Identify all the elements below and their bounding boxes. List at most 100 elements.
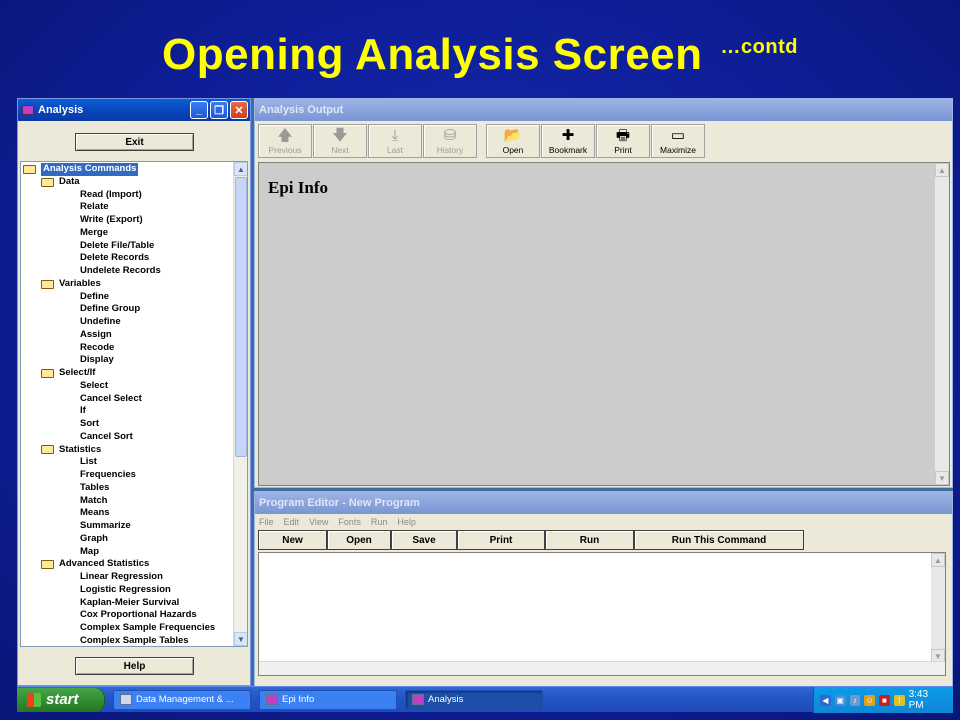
tree-command[interactable]: Match bbox=[23, 495, 233, 508]
tree-command[interactable]: Undelete Records bbox=[23, 265, 233, 278]
toolbar-button-print[interactable]: 🖶 Print bbox=[596, 124, 650, 158]
toolbar-button-previous[interactable]: 🡅 Previous bbox=[258, 124, 312, 158]
tree-command[interactable]: Graph bbox=[23, 533, 233, 546]
scroll-thumb[interactable] bbox=[235, 177, 247, 457]
start-button[interactable]: start bbox=[17, 687, 105, 712]
tree-command[interactable]: Complex Sample Frequencies bbox=[23, 622, 233, 635]
command-tree[interactable]: Analysis Commands Data Read (Import) Relate… bbox=[20, 161, 248, 647]
scroll-up-icon[interactable]: ▲ bbox=[931, 553, 945, 567]
menu-help[interactable]: Help bbox=[397, 517, 416, 527]
volume-icon[interactable]: ♪ bbox=[849, 694, 861, 706]
help-button[interactable]: Help bbox=[75, 657, 194, 675]
tree-command[interactable]: Define Group bbox=[23, 303, 233, 316]
close-icon[interactable]: ✕ bbox=[230, 101, 248, 119]
editor-save-button[interactable]: Save bbox=[391, 530, 457, 550]
menu-edit[interactable]: Edit bbox=[284, 517, 300, 527]
editor-new-button[interactable]: New bbox=[258, 530, 327, 550]
scroll-down-icon[interactable]: ▼ bbox=[234, 632, 247, 646]
scroll-up-icon[interactable]: ▲ bbox=[234, 162, 247, 176]
taskbar-task[interactable]: Analysis bbox=[405, 689, 543, 710]
minimize-icon[interactable]: _ bbox=[190, 101, 208, 119]
folder-open-icon bbox=[41, 445, 54, 455]
messenger-icon[interactable]: ☺ bbox=[864, 694, 876, 706]
exit-button[interactable]: Exit bbox=[75, 133, 194, 151]
shield-icon[interactable]: ! bbox=[893, 694, 905, 706]
taskbar-task[interactable]: Data Management & ... bbox=[113, 689, 251, 710]
tree-command[interactable]: If bbox=[23, 405, 233, 418]
scroll-down-icon[interactable]: ▼ bbox=[935, 471, 949, 485]
restore-icon[interactable]: ❐ bbox=[210, 101, 228, 119]
network-icon[interactable]: ▣ bbox=[834, 694, 846, 706]
editor-titlebar[interactable]: Program Editor - New Program bbox=[255, 492, 952, 514]
tree-command[interactable]: Tables bbox=[23, 482, 233, 495]
tree-folder[interactable]: Select/If bbox=[23, 367, 233, 380]
tree-folder[interactable]: Statistics bbox=[23, 444, 233, 457]
editor-run-this-command-button[interactable]: Run This Command bbox=[634, 530, 804, 550]
toolbar-button-maximize[interactable]: ▭ Maximize bbox=[651, 124, 705, 158]
tree-item-label: Statistics bbox=[59, 443, 102, 455]
menu-view[interactable]: View bbox=[309, 517, 328, 527]
analysis-titlebar[interactable]: Analysis _ ❐ ✕ bbox=[18, 99, 250, 121]
tree-command[interactable]: Logistic Regression bbox=[23, 584, 233, 597]
toolbar-button-last[interactable]: ⤓ Last bbox=[368, 124, 422, 158]
output-scrollbar[interactable]: ▲ ▼ bbox=[935, 163, 949, 485]
tree-command[interactable]: Cancel Select bbox=[23, 393, 233, 406]
tree-command[interactable]: Delete File/Table bbox=[23, 240, 233, 253]
program-text-area[interactable]: ▲ ▼ bbox=[258, 552, 946, 676]
tree-command[interactable]: Recode bbox=[23, 342, 233, 355]
editor-hscrollbar[interactable] bbox=[259, 661, 945, 675]
tree-command[interactable]: Delete Records bbox=[23, 252, 233, 265]
tree-folder[interactable]: Data bbox=[23, 176, 233, 189]
arrow-left-icon[interactable]: ◀ bbox=[820, 694, 831, 706]
editor-scrollbar[interactable]: ▲ ▼ bbox=[931, 553, 945, 663]
tree-command[interactable]: Define bbox=[23, 291, 233, 304]
analysis-window: Analysis _ ❐ ✕ Exit Analysis Commands Dat… bbox=[17, 98, 251, 686]
tree-command[interactable]: Map bbox=[23, 546, 233, 559]
editor-run-button[interactable]: Run bbox=[545, 530, 634, 550]
tree-command[interactable]: Merge bbox=[23, 227, 233, 240]
menu-file[interactable]: File bbox=[259, 517, 274, 527]
tree-command[interactable]: Cox Proportional Hazards bbox=[23, 609, 233, 622]
tree-command[interactable]: Sort bbox=[23, 418, 233, 431]
menu-fonts[interactable]: Fonts bbox=[338, 517, 361, 527]
analysis-output-window: Analysis Output 🡅 Previous 🡇 Next ⤓ Last ⛁ Hist… bbox=[254, 98, 953, 488]
tree-command[interactable]: Display bbox=[23, 354, 233, 367]
down-arrow-icon: 🡇 bbox=[332, 127, 348, 144]
tree-command[interactable]: Read (Import) bbox=[23, 189, 233, 202]
printer-icon: 🖶 bbox=[615, 127, 631, 144]
output-content-area[interactable]: Epi Info ▲ ▼ bbox=[258, 162, 950, 486]
last-arrow-icon: ⤓ bbox=[391, 127, 399, 144]
menu-run[interactable]: Run bbox=[371, 517, 388, 527]
tree-item-label: Graph bbox=[80, 532, 108, 544]
editor-print-button[interactable]: Print bbox=[457, 530, 545, 550]
tree-command[interactable]: Select bbox=[23, 380, 233, 393]
tree-command[interactable]: Summarize bbox=[23, 520, 233, 533]
output-heading: Epi Info bbox=[268, 178, 328, 197]
output-titlebar[interactable]: Analysis Output bbox=[255, 99, 952, 121]
antivirus-icon[interactable]: ■ bbox=[879, 694, 890, 706]
toolbar-button-next[interactable]: 🡇 Next bbox=[313, 124, 367, 158]
scroll-up-icon[interactable]: ▲ bbox=[935, 163, 949, 177]
tree-folder[interactable]: Advanced Statistics bbox=[23, 558, 233, 571]
tree-command[interactable]: List bbox=[23, 456, 233, 469]
taskbar-task[interactable]: Epi Info bbox=[259, 689, 397, 710]
tree-command[interactable]: Undefine bbox=[23, 316, 233, 329]
tree-folder[interactable]: Analysis Commands bbox=[23, 163, 233, 176]
tree-command[interactable]: Relate bbox=[23, 201, 233, 214]
tree-command[interactable]: Assign bbox=[23, 329, 233, 342]
toolbar-button-bookmark[interactable]: ✚ Bookmark bbox=[541, 124, 595, 158]
tree-item-label: Delete Records bbox=[80, 252, 150, 264]
tree-folder[interactable]: Variables bbox=[23, 278, 233, 291]
toolbar-button-history[interactable]: ⛁ History bbox=[423, 124, 477, 158]
tree-command[interactable]: Write (Export) bbox=[23, 214, 233, 227]
toolbar-button-open[interactable]: 📂 Open bbox=[486, 124, 540, 158]
tree-command[interactable]: Complex Sample Tables bbox=[23, 635, 233, 646]
tree-command[interactable]: Linear Regression bbox=[23, 571, 233, 584]
tree-command[interactable]: Frequencies bbox=[23, 469, 233, 482]
tree-scrollbar[interactable]: ▲ ▼ bbox=[233, 162, 247, 646]
tree-item-label: Recode bbox=[80, 341, 115, 353]
editor-open-button[interactable]: Open bbox=[327, 530, 391, 550]
tree-command[interactable]: Means bbox=[23, 507, 233, 520]
tree-command[interactable]: Cancel Sort bbox=[23, 431, 233, 444]
tree-command[interactable]: Kaplan-Meier Survival bbox=[23, 597, 233, 610]
